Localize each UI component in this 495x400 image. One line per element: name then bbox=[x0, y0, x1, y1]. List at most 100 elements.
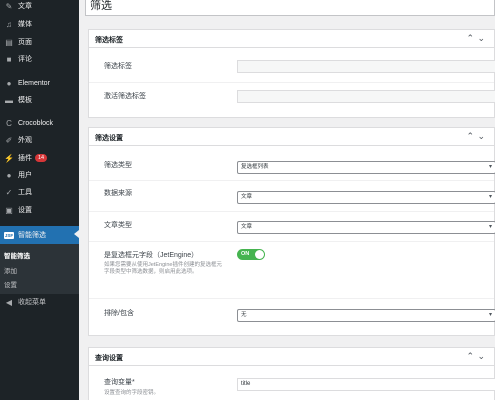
move-down-icon[interactable]: ⌄ bbox=[477, 351, 485, 361]
media-icon: ♫ bbox=[6, 19, 12, 29]
menu-item-media[interactable]: ♫ 媒体 bbox=[0, 16, 79, 32]
panel-header: 查询设置 ⌃ ⌄ bbox=[89, 348, 494, 366]
menu-label: 评论 bbox=[18, 56, 32, 63]
filter-label-input[interactable] bbox=[237, 60, 495, 73]
filter-label-label: 筛选标签 bbox=[104, 63, 132, 70]
panel-header: 筛选标签 ⌃ ⌄ bbox=[89, 30, 494, 48]
menu-item-settings[interactable]: ▣ 设置 bbox=[0, 202, 79, 218]
exclude-include-label: 排除/包含 bbox=[104, 310, 134, 317]
divider bbox=[89, 298, 494, 299]
move-down-icon[interactable]: ⌄ bbox=[477, 131, 485, 141]
panel-header: 筛选设置 ⌃ ⌄ bbox=[89, 128, 494, 146]
labels-panel: 筛选标签 ⌃ ⌄ 筛选标签 激活筛选标签 bbox=[88, 29, 495, 118]
query-var-input[interactable]: title bbox=[237, 378, 495, 391]
menu-label: Elementor bbox=[18, 79, 50, 87]
admin-sidebar: ✎ 文章 ♫ 媒体 ▤ 页面 ■ 评论 ● Elementor ▬ 模板 C C… bbox=[0, 0, 79, 400]
post-type-label: 文章类型 bbox=[104, 222, 132, 229]
menu-label: 智能筛选 bbox=[18, 232, 46, 239]
menu-item-templates[interactable]: ▬ 模板 bbox=[0, 92, 79, 108]
filter-type-value: 复选框列表 bbox=[241, 164, 269, 170]
page-icon: ▤ bbox=[5, 37, 13, 47]
checkbox-meta-toggle[interactable]: ON bbox=[237, 249, 265, 260]
query-var-label: 查询变量* bbox=[104, 379, 135, 386]
submenu-item-settings[interactable]: 设置 bbox=[4, 279, 17, 289]
menu-item-smart-filters[interactable]: JSF 智能筛选 bbox=[0, 226, 79, 244]
menu-item-crocoblock[interactable]: C Crocoblock bbox=[0, 115, 79, 131]
active-label-input[interactable] bbox=[237, 90, 495, 103]
menu-label: 模板 bbox=[18, 97, 32, 104]
menu-item-posts[interactable]: ✎ 文章 bbox=[0, 0, 79, 14]
settings-panel: 筛选设置 ⌃ ⌄ 筛选类型 复选框列表 ▾ 数据来源 文章 ▾ 文章类型 文章 … bbox=[88, 127, 495, 336]
data-source-select[interactable]: 文章 ▾ bbox=[237, 191, 495, 204]
panel-title: 筛选设置 bbox=[95, 135, 123, 142]
menu-item-plugins[interactable]: ⚡ 插件 14 bbox=[0, 150, 79, 166]
menu-item-users[interactable]: ● 用户 bbox=[0, 167, 79, 183]
collapse-menu-button[interactable]: ◀ 收起菜单 bbox=[0, 294, 79, 310]
checkbox-meta-description: 如果您需要从使用JetEngine插件创建的复选框元字段类型中筛选数据，则启用此… bbox=[104, 262, 222, 275]
elementor-icon: ● bbox=[6, 78, 12, 88]
update-count-badge: 14 bbox=[35, 154, 48, 162]
folder-icon: ▬ bbox=[5, 95, 13, 105]
checkbox-meta-label: 是复选框元字段（JetEngine） bbox=[104, 252, 199, 259]
panel-title: 查询设置 bbox=[95, 355, 123, 362]
pin-icon: ✎ bbox=[5, 1, 13, 11]
menu-item-comments[interactable]: ■ 评论 bbox=[0, 51, 79, 67]
submenu-item-all-filters[interactable]: 智能筛选 bbox=[4, 250, 30, 260]
plugin-icon: ⚡ bbox=[4, 153, 14, 163]
page-title: 筛选 bbox=[90, 0, 112, 12]
menu-label: 工具 bbox=[18, 189, 32, 196]
menu-label: 用户 bbox=[18, 172, 32, 179]
toggle-knob bbox=[255, 250, 264, 259]
comment-icon: ■ bbox=[6, 54, 12, 64]
crocoblock-icon: C bbox=[6, 118, 12, 128]
jet-icon: JSF bbox=[4, 230, 14, 240]
menu-label: 外观 bbox=[18, 137, 32, 144]
toggle-state-text: ON bbox=[241, 251, 250, 257]
chevron-down-icon: ▾ bbox=[488, 164, 492, 170]
user-icon: ● bbox=[6, 170, 12, 180]
menu-item-appearance[interactable]: ✐ 外观 bbox=[0, 132, 79, 148]
move-up-icon[interactable]: ⌃ bbox=[466, 33, 474, 43]
post-type-value: 文章 bbox=[241, 224, 253, 230]
main-content: 筛选 筛选标签 ⌃ ⌄ 筛选标签 激活筛选标签 筛选设置 ⌃ ⌄ 筛选类型 复选… bbox=[79, 0, 495, 400]
menu-item-elementor[interactable]: ● Elementor bbox=[0, 75, 79, 91]
filter-title-input[interactable]: 筛选 bbox=[85, 0, 495, 16]
settings-icon: ▣ bbox=[5, 205, 13, 215]
post-type-select[interactable]: 文章 ▾ bbox=[237, 221, 495, 234]
move-up-icon[interactable]: ⌃ bbox=[466, 131, 474, 141]
data-source-label: 数据来源 bbox=[104, 190, 132, 197]
move-down-icon[interactable]: ⌄ bbox=[477, 33, 485, 43]
chevron-down-icon: ▾ bbox=[488, 194, 492, 200]
menu-label: 插件 bbox=[18, 155, 32, 162]
filter-type-label: 筛选类型 bbox=[104, 162, 132, 169]
menu-label: 设置 bbox=[18, 207, 32, 214]
data-source-value: 文章 bbox=[241, 194, 253, 200]
menu-label: 收起菜单 bbox=[18, 299, 46, 306]
panel-title: 筛选标签 bbox=[95, 37, 123, 44]
exclude-include-select[interactable]: 无 ▾ bbox=[237, 309, 495, 322]
query-var-description: 设置查询的字段密钥。 bbox=[104, 390, 160, 396]
brush-icon: ✐ bbox=[5, 135, 13, 145]
collapse-icon: ◀ bbox=[5, 297, 13, 307]
menu-item-tools[interactable]: ✓ 工具 bbox=[0, 184, 79, 200]
menu-item-pages[interactable]: ▤ 页面 bbox=[0, 34, 79, 50]
jet-icon-text: JSF bbox=[4, 231, 14, 239]
chevron-down-icon: ▾ bbox=[488, 224, 492, 230]
query-panel: 查询设置 ⌃ ⌄ 查询变量* 设置查询的字段密钥。 title bbox=[88, 347, 495, 400]
smart-filters-submenu: 智能筛选 添加 设置 bbox=[0, 244, 79, 294]
divider bbox=[89, 241, 494, 242]
divider bbox=[89, 180, 494, 181]
menu-label: 媒体 bbox=[18, 21, 32, 28]
move-up-icon[interactable]: ⌃ bbox=[466, 351, 474, 361]
menu-label: Crocoblock bbox=[18, 119, 54, 127]
divider bbox=[89, 82, 494, 83]
submenu-item-add[interactable]: 添加 bbox=[4, 265, 17, 275]
filter-type-select[interactable]: 复选框列表 ▾ bbox=[237, 161, 495, 174]
divider bbox=[89, 211, 494, 212]
exclude-include-value: 无 bbox=[241, 312, 247, 318]
menu-label: 文章 bbox=[18, 3, 32, 10]
chevron-down-icon: ▾ bbox=[488, 312, 492, 318]
active-label-label: 激活筛选标签 bbox=[104, 93, 146, 100]
wrench-icon: ✓ bbox=[5, 187, 13, 197]
menu-label: 页面 bbox=[18, 39, 32, 46]
